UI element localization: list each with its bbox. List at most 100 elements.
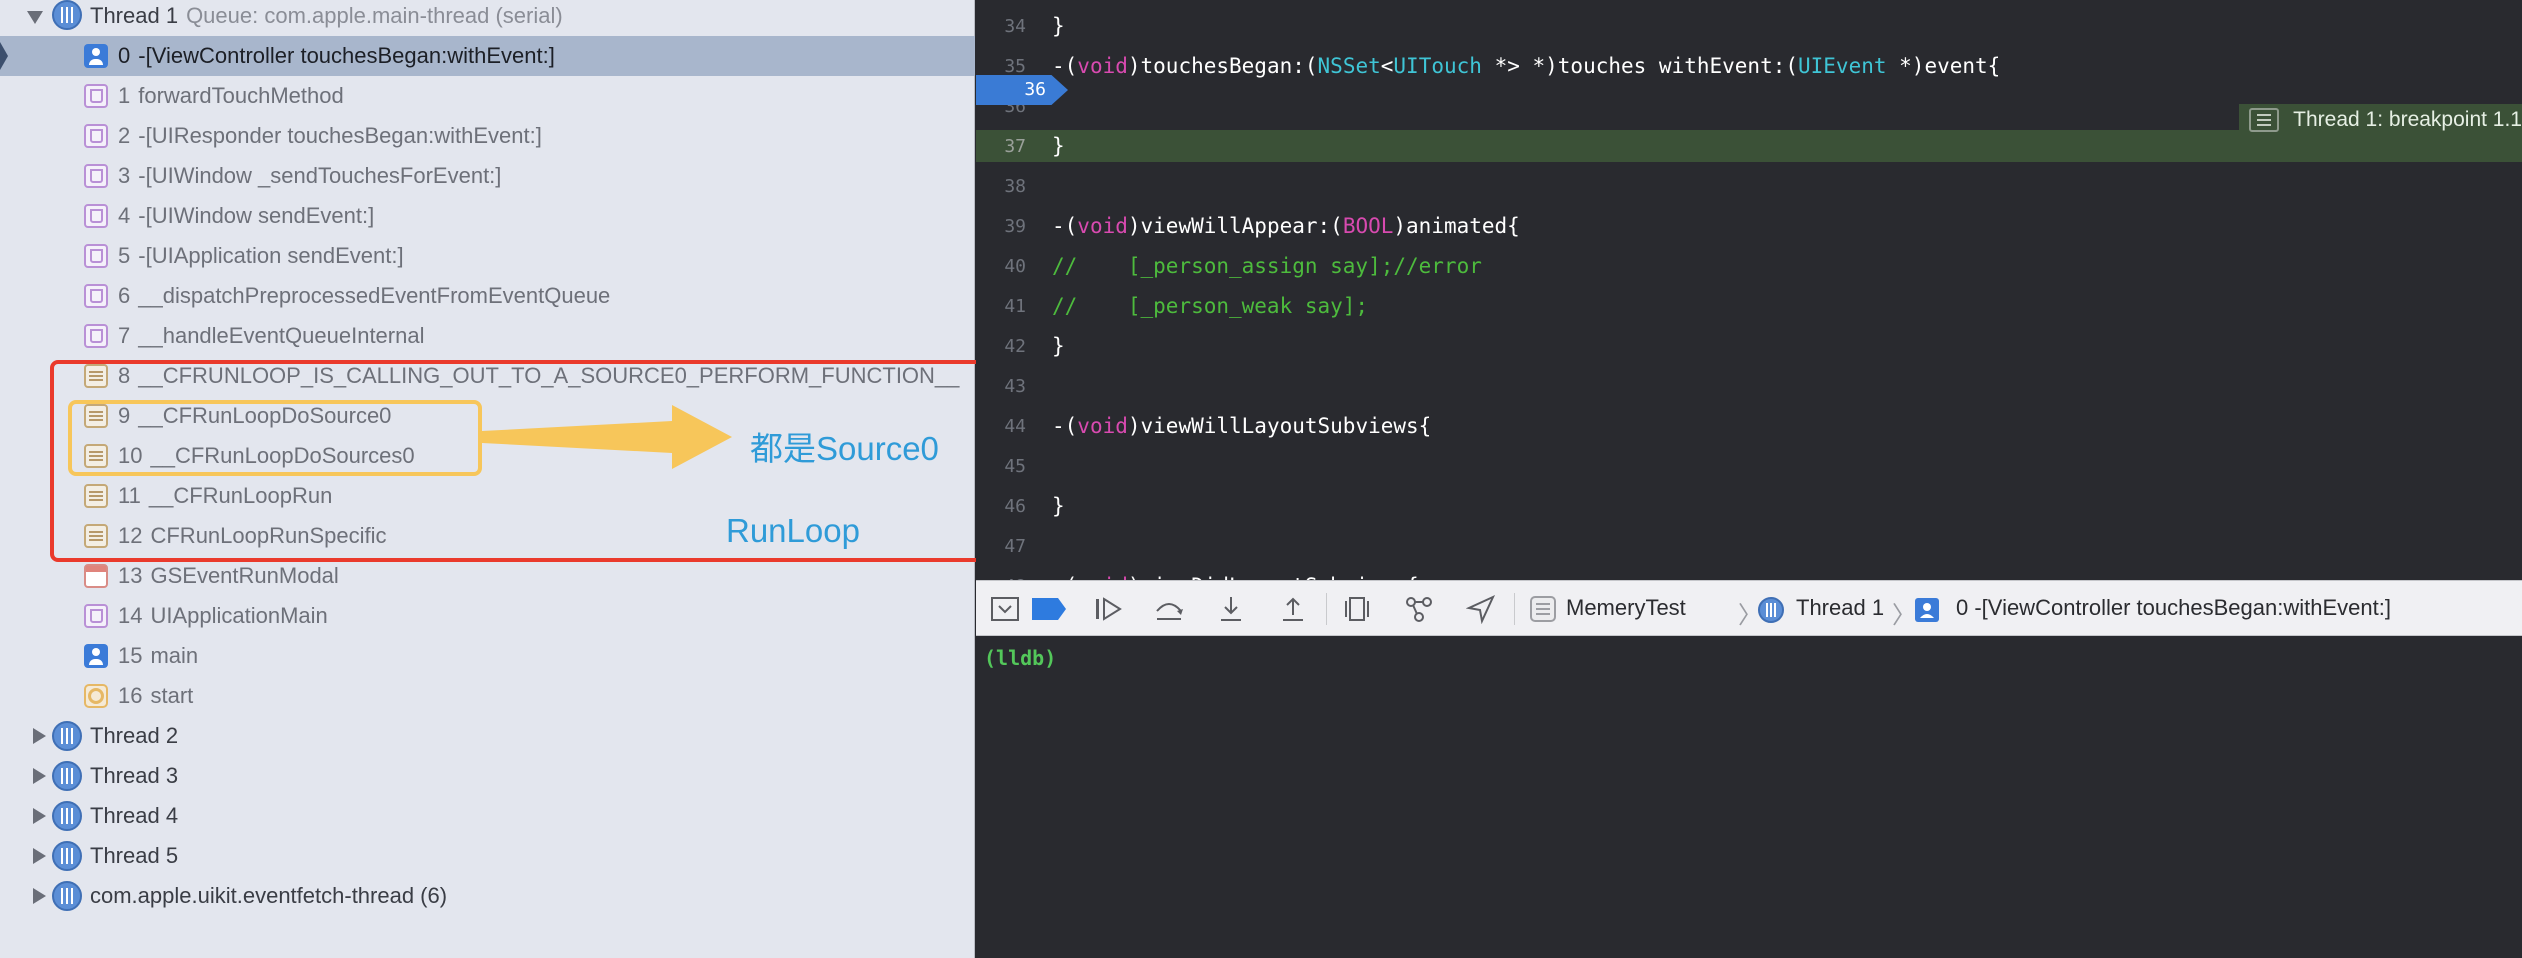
frame-number: 7 — [118, 323, 131, 348]
stack-frame-row[interactable]: 3 -[UIWindow _sendTouchesForEvent:] — [0, 156, 975, 196]
step-into-icon[interactable] — [1214, 593, 1248, 625]
code-line[interactable]: 38 — [976, 170, 2522, 202]
breadcrumb-thread-label: Thread 1 — [1796, 595, 1885, 620]
line-number: 38 — [1004, 176, 1026, 197]
frame-symbol: main — [150, 643, 199, 668]
code-line[interactable]: 34} — [976, 10, 2522, 42]
stack-frame-row[interactable]: 14 UIApplicationMain — [0, 596, 975, 636]
code-line[interactable]: 46} — [976, 490, 2522, 522]
code-text: // [_person_weak say]; — [1052, 294, 1369, 318]
code-line[interactable]: 39 -(void)viewWillAppear:(BOOL)animated{ — [976, 210, 2522, 242]
step-over-icon[interactable] — [1152, 593, 1186, 625]
simulate-location-icon[interactable] — [1464, 593, 1498, 625]
frame-number: 15 — [118, 643, 143, 668]
code-line[interactable]: 41 // [_person_weak say]; — [976, 290, 2522, 322]
stack-frame-row[interactable]: 4 -[UIWindow sendEvent:] — [0, 196, 975, 236]
stack-frame-row[interactable]: 1 forwardTouchMethod — [0, 76, 975, 116]
code-line[interactable]: 47 — [976, 530, 2522, 562]
frame-symbol: -[ViewController touchesBegan:withEvent:… — [138, 43, 555, 68]
stack-frame-row[interactable]: 16 start — [0, 676, 975, 716]
disclosure-closed-icon[interactable] — [28, 886, 48, 906]
stack-frame-label: 5 -[UIApplication sendEvent:] — [118, 243, 404, 269]
stack-frame-label: 13 GSEventRunModal — [118, 563, 339, 589]
memory-graph-icon[interactable] — [1402, 593, 1436, 625]
mug-icon — [84, 204, 108, 228]
breakpoints-toggle-icon[interactable] — [1032, 593, 1066, 625]
view-hierarchy-icon[interactable] — [1340, 593, 1374, 625]
thread-row[interactable]: Thread 4 — [0, 796, 975, 836]
line-number: 41 — [1004, 296, 1026, 317]
frame-number: 3 — [118, 163, 131, 188]
toolbar-divider — [1326, 593, 1327, 625]
frame-symbol: -[UIWindow sendEvent:] — [138, 203, 375, 228]
breakpoint-marker[interactable]: 36 — [976, 75, 1068, 105]
code-line[interactable]: 42} — [976, 330, 2522, 362]
breadcrumb-frame[interactable]: 0 -[ViewController touchesBegan:withEven… — [1956, 595, 2391, 621]
stack-frame-row[interactable]: 2 -[UIResponder touchesBegan:withEvent:] — [0, 116, 975, 156]
thread-icon — [1756, 595, 1786, 625]
mug-icon — [84, 124, 108, 148]
source-editor[interactable]: 34} 35 -(void)touchesBegan:(NSSet<UITouch … — [976, 0, 2522, 580]
stack-frame-label: 2 -[UIResponder touchesBegan:withEvent:] — [118, 123, 542, 149]
disclosure-closed-icon[interactable] — [28, 846, 48, 866]
selection-marker — [0, 42, 8, 70]
thread-row[interactable]: Thread 5 — [0, 836, 975, 876]
thread-row[interactable]: Thread 2 — [0, 716, 975, 756]
thread-icon — [52, 721, 82, 751]
stack-frame-row[interactable]: 7 __handleEventQueueInternal — [0, 316, 975, 356]
disclosure-closed-icon[interactable] — [28, 726, 48, 746]
code-text: } — [1052, 134, 1065, 158]
mug-icon — [84, 244, 108, 268]
user-icon — [84, 44, 108, 68]
code-text: } — [1052, 14, 1065, 38]
project-icon — [1528, 594, 1558, 624]
hide-debug-area-icon[interactable] — [988, 593, 1022, 625]
code-line[interactable]: 45 — [976, 450, 2522, 482]
disclosure-open-icon[interactable] — [25, 6, 45, 26]
stack-frame-row[interactable]: 5 -[UIApplication sendEvent:] — [0, 236, 975, 276]
disclosure-closed-icon[interactable] — [28, 766, 48, 786]
code-line[interactable]: 43 — [976, 370, 2522, 402]
thread-row[interactable]: Thread 3 — [0, 756, 975, 796]
stack-frame-label: 15 main — [118, 643, 198, 669]
gear-icon — [84, 684, 108, 708]
code-text: -(void)viewWillLayoutSubviews{ — [1052, 414, 1432, 438]
user-icon — [84, 644, 108, 668]
breadcrumb-frame-label: 0 -[ViewController touchesBegan:withEven… — [1956, 595, 2391, 620]
disclosure-closed-icon[interactable] — [28, 806, 48, 826]
stack-frame-label: 1 forwardTouchMethod — [118, 83, 344, 109]
code-line[interactable]: 44 -(void)viewWillLayoutSubviews{ — [976, 410, 2522, 442]
frame-number: 5 — [118, 243, 131, 268]
step-out-icon[interactable] — [1276, 593, 1310, 625]
thread-label: Thread 5 — [90, 843, 179, 868]
thread-1-row[interactable]: Thread 1 Queue: com.apple.main-thread (se… — [0, 0, 975, 36]
line-number: 39 — [1004, 216, 1026, 237]
breadcrumb-project-label: MemeryTest — [1566, 595, 1686, 620]
stack-frame-label: 3 -[UIWindow _sendTouchesForEvent:] — [118, 163, 501, 189]
breadcrumb-project[interactable]: MemeryTest — [1566, 595, 1686, 621]
thread-label: Thread 4 — [90, 803, 179, 828]
stack-frame-row[interactable]: 15 main — [0, 636, 975, 676]
thread-row[interactable]: com.apple.uikit.eventfetch-thread (6) — [0, 876, 975, 916]
breakpoint-annotation: Thread 1: breakpoint 1.1 — [2239, 104, 2522, 136]
line-number: 37 — [1004, 136, 1026, 157]
line-number: 46 — [1004, 496, 1026, 517]
frame-number: 16 — [118, 683, 143, 708]
breadcrumb-thread[interactable]: Thread 1 — [1796, 595, 1884, 621]
code-text: } — [1052, 334, 1065, 358]
code-text: } — [1052, 494, 1065, 518]
continue-icon[interactable] — [1092, 593, 1126, 625]
stack-frame-row[interactable]: 6 __dispatchPreprocessedEventFromEventQue… — [0, 276, 975, 316]
frame-number: 2 — [118, 123, 131, 148]
line-number: 35 — [1004, 56, 1026, 77]
stack-frame-row[interactable]: 0 -[ViewController touchesBegan:withEvent… — [0, 36, 975, 76]
code-line[interactable]: 35 -(void)touchesBegan:(NSSet<UITouch *> … — [976, 50, 2522, 82]
code-line[interactable]: 48-(void)viewDidLayoutSubviews{ — [976, 570, 2522, 580]
runloop-annotation: RunLoop — [726, 512, 860, 549]
lldb-console[interactable]: (lldb) — [976, 636, 2522, 958]
frame-symbol: start — [150, 683, 194, 708]
thread-icon — [52, 761, 82, 791]
code-line[interactable]: 40 // [_person_assign say];//error — [976, 250, 2522, 282]
thread-icon — [52, 841, 82, 871]
stack-frame-row[interactable]: 13 GSEventRunModal — [0, 556, 975, 596]
